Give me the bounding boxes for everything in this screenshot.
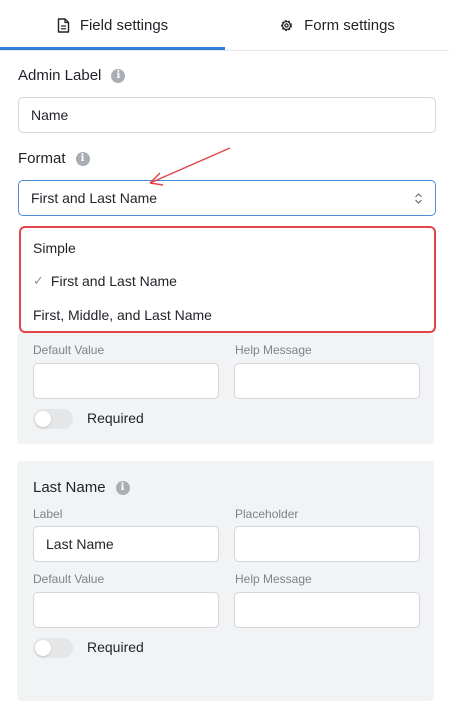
last-name-label-value: Last Name — [46, 536, 114, 552]
last-name-placeholder-input[interactable] — [234, 526, 420, 562]
format-option-label: First, Middle, and Last Name — [33, 307, 212, 323]
last-name-default-value-input[interactable] — [33, 592, 219, 628]
last-name-settings-card: Last Name i Label Placeholder Last Name … — [17, 461, 434, 701]
help-message-label: Help Message — [235, 343, 312, 357]
format-select[interactable]: First and Last Name — [18, 180, 436, 216]
tab-field-settings-label: Field settings — [79, 16, 169, 34]
tab-form-settings[interactable]: Form settings — [225, 0, 449, 50]
format-option-first-last[interactable]: ✓ First and Last Name — [33, 273, 177, 289]
admin-label-heading: Admin Label i — [18, 67, 126, 84]
info-icon[interactable]: i — [115, 480, 130, 495]
help-message-input[interactable] — [234, 363, 420, 399]
tab-field-settings[interactable]: Field settings — [0, 0, 225, 50]
admin-label-value: Name — [31, 107, 69, 123]
last-name-required-toggle[interactable] — [33, 638, 73, 658]
format-heading: Format i — [18, 150, 90, 167]
default-value-label: Default Value — [33, 572, 105, 586]
default-value-label: Default Value — [33, 343, 105, 357]
checkmark-icon: ✓ — [33, 273, 44, 288]
format-dropdown-menu: Simple ✓ First and Last Name First, Midd… — [19, 226, 436, 333]
required-label: Required — [87, 410, 144, 426]
document-icon — [57, 17, 70, 33]
format-option-simple[interactable]: Simple — [33, 240, 76, 256]
active-tab-indicator — [0, 47, 225, 50]
format-option-label: First and Last Name — [50, 273, 177, 289]
last-name-title: Last Name — [33, 479, 106, 496]
admin-label-text: Admin Label — [18, 67, 102, 84]
info-icon[interactable]: i — [111, 68, 126, 83]
last-name-heading: Last Name i — [33, 479, 130, 496]
first-name-settings-card: Default Value Help Message Required — [17, 333, 434, 444]
help-message-label: Help Message — [235, 572, 312, 586]
label-field-label: Label — [33, 507, 63, 521]
admin-label-input[interactable]: Name — [18, 97, 436, 133]
gear-icon — [279, 18, 294, 33]
settings-tabs: Field settings Form settings — [0, 0, 449, 51]
format-option-first-middle-last[interactable]: First, Middle, and Last Name — [33, 307, 212, 323]
select-chevrons-icon — [414, 192, 423, 208]
last-name-required-label: Required — [87, 639, 144, 655]
format-label-text: Format — [18, 150, 66, 167]
default-value-input[interactable] — [33, 363, 219, 399]
last-name-help-message-input[interactable] — [234, 592, 420, 628]
format-option-label: Simple — [33, 240, 76, 256]
placeholder-field-label: Placeholder — [235, 507, 299, 521]
tab-form-settings-label: Form settings — [304, 16, 395, 34]
info-icon[interactable]: i — [75, 151, 90, 166]
required-toggle[interactable] — [33, 409, 73, 429]
last-name-label-input[interactable]: Last Name — [33, 526, 219, 562]
format-selected-value: First and Last Name — [31, 190, 158, 206]
